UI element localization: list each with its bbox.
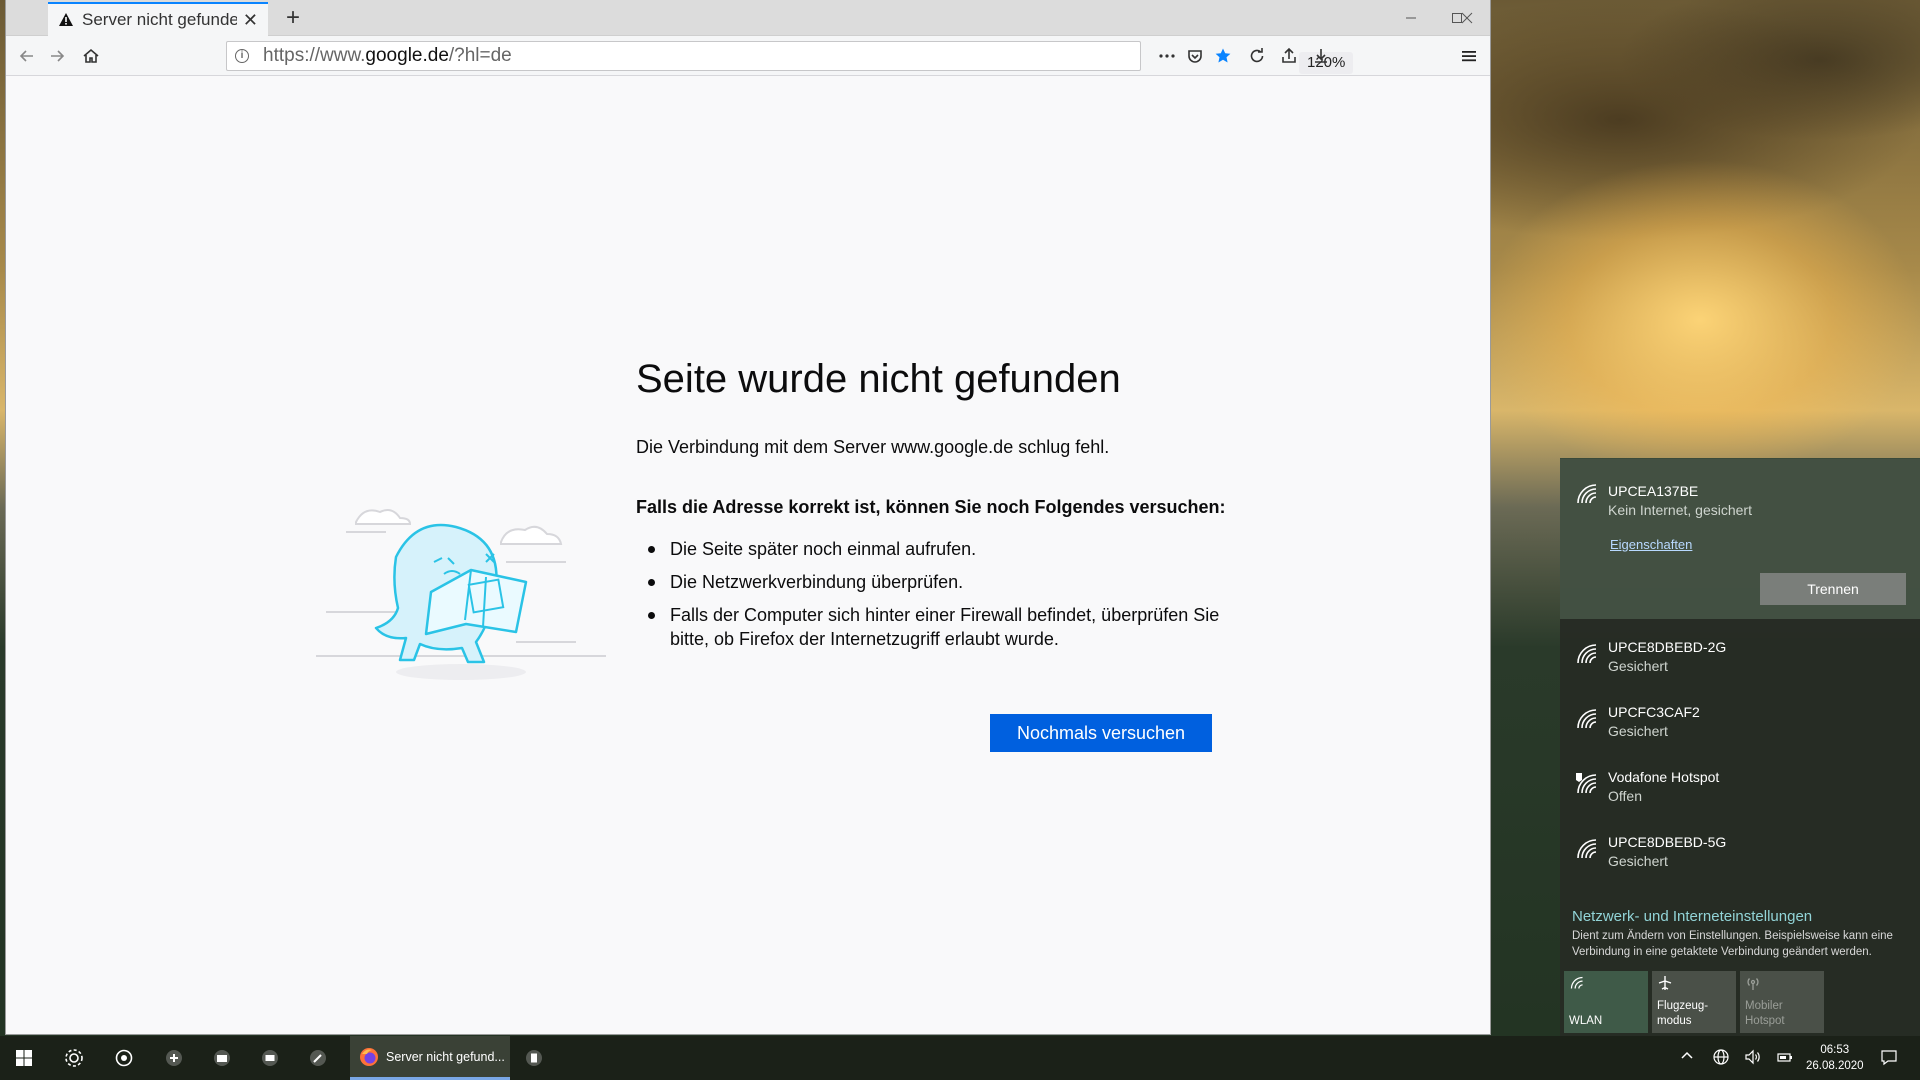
network-flyout: UPCEA137BE Kein Internet, gesichert Eige… — [1560, 458, 1920, 1036]
volume-icon[interactable] — [1744, 1048, 1762, 1069]
wifi-icon — [1570, 976, 1583, 989]
app-icon[interactable] — [110, 1044, 138, 1072]
mobile-hotspot-tile[interactable]: Mobiler Hotspot — [1740, 971, 1824, 1033]
network-name: UPCEA137BE — [1608, 483, 1699, 499]
network-status: Gesichert — [1608, 853, 1668, 869]
error-page: Seite wurde nicht gefunden Die Verbindun… — [6, 77, 1490, 1034]
network-item[interactable]: UPCE8DBEBD-5G Gesichert — [1560, 822, 1920, 886]
wifi-icon — [1577, 709, 1597, 729]
settings-gear-icon[interactable] — [60, 1044, 88, 1072]
network-item[interactable]: UPCE8DBEBD-2G Gesichert — [1560, 627, 1920, 691]
clock[interactable]: 06:53 26.08.2020 — [1806, 1042, 1864, 1074]
network-status: Offen — [1608, 788, 1642, 804]
menu-icon[interactable] — [1458, 45, 1480, 67]
minimize-button[interactable] — [1388, 0, 1434, 36]
share-icon[interactable] — [1278, 45, 1300, 67]
retry-button[interactable]: Nochmals versuchen — [990, 714, 1212, 752]
url-bar[interactable]: i https://www. google.de/?hl=de 120% — [226, 41, 1354, 74]
clock-date: 26.08.2020 — [1806, 1060, 1864, 1072]
tile-label: Flugzeug- modus — [1657, 1000, 1709, 1027]
firefox-icon — [360, 1047, 378, 1066]
bookmark-star-icon[interactable] — [1212, 45, 1234, 67]
list-item: Die Netzwerkverbindung überprüfen. — [646, 570, 1226, 594]
network-name: Vodafone Hotspot — [1608, 769, 1720, 785]
error-description: Die Verbindung mit dem Server www.google… — [636, 437, 1110, 457]
new-tab-button[interactable]: + — [278, 4, 308, 32]
tab-active[interactable]: Server nicht gefunden ✕ — [48, 2, 268, 36]
reload-icon[interactable] — [1246, 45, 1268, 67]
url-path: /?hl=de — [448, 45, 512, 66]
wifi-open-icon — [1576, 773, 1597, 794]
battery-icon[interactable] — [1776, 1048, 1794, 1069]
network-status: Kein Internet, gesichert — [1608, 502, 1752, 518]
tab-title: Server nicht gefunden — [82, 10, 237, 29]
taskbar-app-label: Server nicht gefund... — [386, 1049, 505, 1064]
taskbar: Server nicht gefund... 06:53 26.08.2020 — [0, 1036, 1920, 1080]
url-host: google.de — [365, 45, 449, 66]
folder-icon[interactable] — [208, 1044, 236, 1072]
airplane-mode-tile[interactable]: Flugzeug- modus — [1652, 971, 1736, 1033]
network-item[interactable]: Vodafone Hotspot Offen — [1560, 757, 1920, 821]
wifi-icon — [1577, 839, 1597, 859]
network-status: Gesichert — [1608, 723, 1668, 739]
home-button[interactable] — [80, 45, 102, 67]
network-settings-link[interactable]: Netzwerk- und Interneteinstellungen — [1572, 908, 1812, 925]
navigation-toolbar: i https://www. google.de/?hl=de 120% — [6, 36, 1490, 76]
mail-icon[interactable] — [256, 1044, 284, 1072]
tab-strip: Server nicht gefunden ✕ + — [6, 0, 1490, 36]
network-status: Gesichert — [1608, 658, 1668, 674]
close-window-button[interactable] — [1444, 0, 1490, 36]
tab-close-icon[interactable]: ✕ — [243, 10, 258, 31]
list-item: Die Seite später noch einmal aufrufen. — [646, 537, 1226, 561]
download-icon[interactable] — [1310, 45, 1332, 67]
clock-time: 06:53 — [1820, 1044, 1850, 1056]
forward-button[interactable] — [46, 45, 68, 67]
wifi-icon — [1577, 484, 1597, 504]
network-settings-description: Dient zum Ändern von Einstellungen. Beis… — [1572, 930, 1893, 958]
network-item-active[interactable]: UPCEA137BE Kein Internet, gesichert Eige… — [1560, 459, 1920, 619]
taskbar-firefox-button[interactable]: Server nicht gefund... — [350, 1036, 510, 1080]
network-name: UPCE8DBEBD-5G — [1608, 834, 1727, 850]
pen-icon[interactable] — [304, 1044, 332, 1072]
url-prefix: https://www. — [263, 45, 366, 66]
chevron-up-icon[interactable] — [1680, 1048, 1694, 1065]
airplane-icon — [1658, 976, 1672, 990]
globe-icon[interactable] — [1712, 1048, 1730, 1069]
warning-icon — [58, 12, 74, 28]
tile-label: Mobiler Hotspot — [1745, 1000, 1785, 1027]
properties-link[interactable]: Eigenschaften — [1610, 537, 1692, 552]
notification-icon[interactable] — [1880, 1048, 1898, 1069]
suggestion-list: Die Seite später noch einmal aufrufen. D… — [646, 537, 1226, 660]
list-item: Falls der Computer sich hinter einer Fir… — [646, 603, 1226, 651]
back-button[interactable] — [16, 45, 38, 67]
disconnect-button[interactable]: Trennen — [1760, 573, 1906, 605]
info-icon[interactable]: i — [235, 49, 249, 63]
tile-label: WLAN — [1569, 1015, 1603, 1027]
network-name: UPCFC3CAF2 — [1608, 704, 1700, 720]
wifi-icon — [1577, 644, 1597, 664]
network-name: UPCE8DBEBD-2G — [1608, 639, 1727, 655]
firefox-window: Server nicht gefunden ✕ + i https://www.… — [6, 0, 1490, 1034]
network-item[interactable]: UPCFC3CAF2 Gesichert — [1560, 692, 1920, 756]
error-suggestions-heading: Falls die Adresse korrekt ist, können Si… — [636, 497, 1226, 517]
document-icon[interactable] — [520, 1044, 548, 1072]
pocket-icon[interactable] — [1184, 45, 1206, 67]
wlan-tile[interactable]: WLAN — [1564, 971, 1648, 1033]
windows-start-icon[interactable] — [10, 1044, 38, 1072]
page-actions-icon[interactable] — [1156, 45, 1178, 67]
app-icon[interactable] — [160, 1044, 188, 1072]
hotspot-icon — [1747, 978, 1759, 990]
lost-dinosaur-illustration — [316, 509, 606, 680]
error-title: Seite wurde nicht gefunden — [636, 357, 1121, 401]
